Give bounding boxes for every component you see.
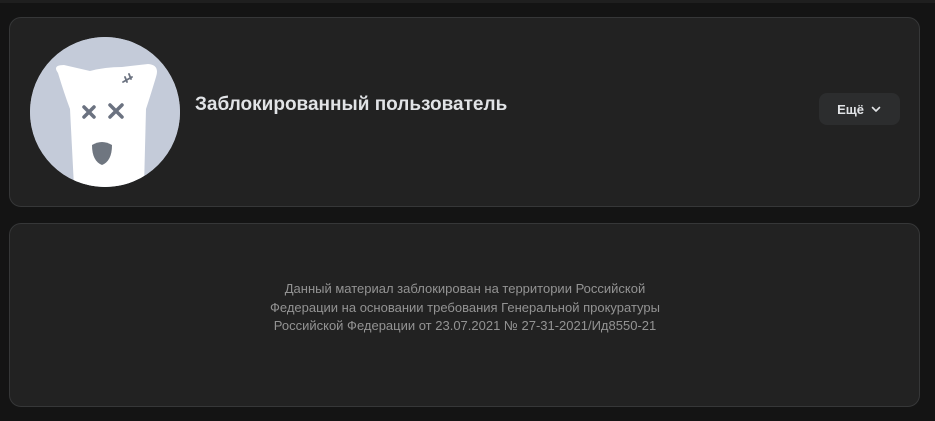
blocked-dog-icon [30,37,180,187]
user-name: Заблокированный пользователь [195,94,508,115]
more-button-label: Ещё [837,101,864,117]
top-strip [0,0,935,3]
chevron-down-icon [870,103,882,115]
blocked-notice-card: Данный материал заблокирован на территор… [9,223,920,407]
avatar [30,37,180,187]
blocked-notice-text: Данный материал заблокирован на территор… [270,281,660,333]
more-button[interactable]: Ещё [819,93,900,125]
profile-card: Заблокированный пользователь Ещё [9,17,920,207]
